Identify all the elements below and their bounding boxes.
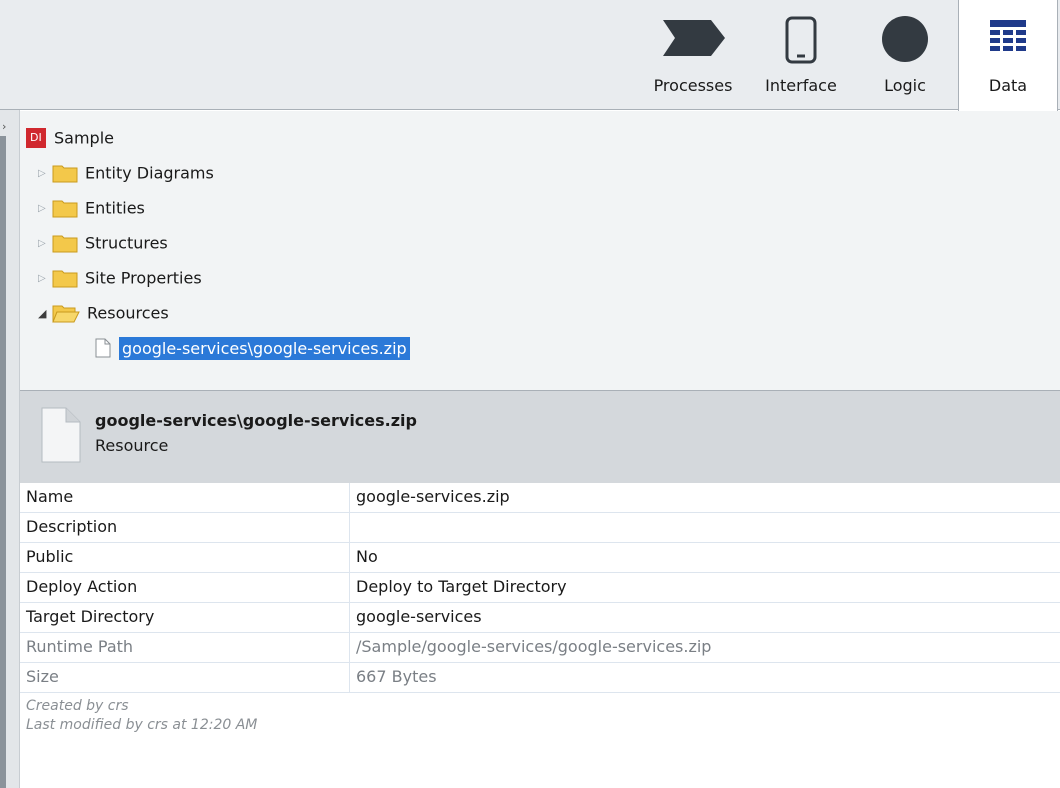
tab-label: Data (988, 76, 1028, 95)
property-row-description[interactable]: Description (20, 513, 1060, 543)
properties-grid: Name google-services.zip Description Pub… (20, 483, 1060, 693)
expand-arrow-icon[interactable]: ▷ (38, 159, 52, 189)
property-value: /Sample/google-services/google-services.… (356, 637, 712, 656)
property-name: Public (26, 547, 74, 566)
tab-label: Processes (653, 76, 733, 95)
tab-processes[interactable]: Processes (640, 0, 746, 110)
file-icon (95, 338, 111, 357)
folder-icon (52, 270, 78, 287)
property-row-size: Size 667 Bytes (20, 663, 1060, 693)
property-name: Description (26, 517, 118, 536)
tab-label: Interface (765, 76, 837, 95)
collapse-arrow-icon[interactable]: ◢ (38, 299, 52, 329)
property-name: Target Directory (26, 607, 155, 626)
expand-arrow-icon[interactable]: ▷ (38, 194, 52, 224)
folder-icon (52, 165, 78, 182)
detail-title: google-services\google-services.zip (95, 411, 417, 430)
property-name: Size (26, 667, 59, 686)
selected-file-label: google-services\google-services.zip (119, 336, 410, 360)
folder-icon (52, 235, 78, 252)
property-value: 667 Bytes (356, 667, 437, 686)
property-value[interactable]: google-services.zip (356, 483, 510, 511)
last-modified-text: Last modified by crs at 12:20 AM (26, 717, 258, 733)
element-tree: DI Sample ▷ Entity Diagrams ▷ Entities ▷ Str… (20, 111, 1060, 391)
circle-icon (882, 16, 928, 62)
phone-icon (785, 16, 817, 64)
tree-item-site-properties[interactable]: ▷ Site Properties (38, 263, 202, 293)
left-panel-strip: › (0, 110, 20, 788)
tab-data[interactable]: Data (958, 0, 1058, 112)
tab-label: Logic (884, 76, 926, 95)
property-row-public[interactable]: Public No (20, 543, 1060, 573)
top-toolbar: Processes Interface Logic Data (0, 0, 1060, 112)
detail-subtitle: Resource (95, 436, 169, 455)
expand-arrow-icon[interactable]: ▷ (38, 264, 52, 294)
detail-header: google-services\google-services.zip Reso… (20, 391, 1060, 483)
property-row-target-directory[interactable]: Target Directory google-services (20, 603, 1060, 633)
data-grid-icon (990, 20, 1026, 51)
expand-arrow-icon[interactable]: ▷ (38, 229, 52, 259)
property-name: Name (26, 487, 74, 506)
tree-item-entities[interactable]: ▷ Entities (38, 193, 145, 223)
created-by-text: Created by crs (26, 698, 129, 714)
property-value[interactable]: Deploy to Target Directory (356, 573, 567, 601)
tab-interface[interactable]: Interface (752, 0, 850, 110)
document-icon (41, 407, 81, 463)
property-value[interactable]: google-services (356, 603, 482, 631)
module-logo-icon: DI (26, 127, 46, 148)
property-name: Deploy Action (26, 577, 138, 596)
folder-icon (52, 200, 78, 217)
tree-item-resource-file[interactable]: google-services\google-services.zip (94, 333, 410, 363)
tree-root[interactable]: DI Sample (26, 123, 114, 153)
processes-chevron-icon (663, 20, 725, 56)
tab-logic[interactable]: Logic (860, 0, 950, 110)
chevron-right-icon[interactable]: › (2, 120, 6, 133)
property-row-deploy-action[interactable]: Deploy Action Deploy to Target Directory (20, 573, 1060, 603)
property-row-name[interactable]: Name google-services.zip (20, 483, 1060, 513)
open-folder-icon (52, 305, 80, 322)
property-name: Runtime Path (26, 637, 134, 656)
tree-item-structures[interactable]: ▷ Structures (38, 228, 168, 258)
tree-item-resources[interactable]: ◢ Resources (38, 298, 169, 328)
panel-splitter[interactable] (0, 136, 6, 788)
property-value[interactable]: No (356, 543, 378, 571)
property-row-runtime-path: Runtime Path /Sample/google-services/goo… (20, 633, 1060, 663)
tree-item-entity-diagrams[interactable]: ▷ Entity Diagrams (38, 158, 214, 188)
audit-info: Created by crs Last modified by crs at 1… (26, 697, 257, 735)
